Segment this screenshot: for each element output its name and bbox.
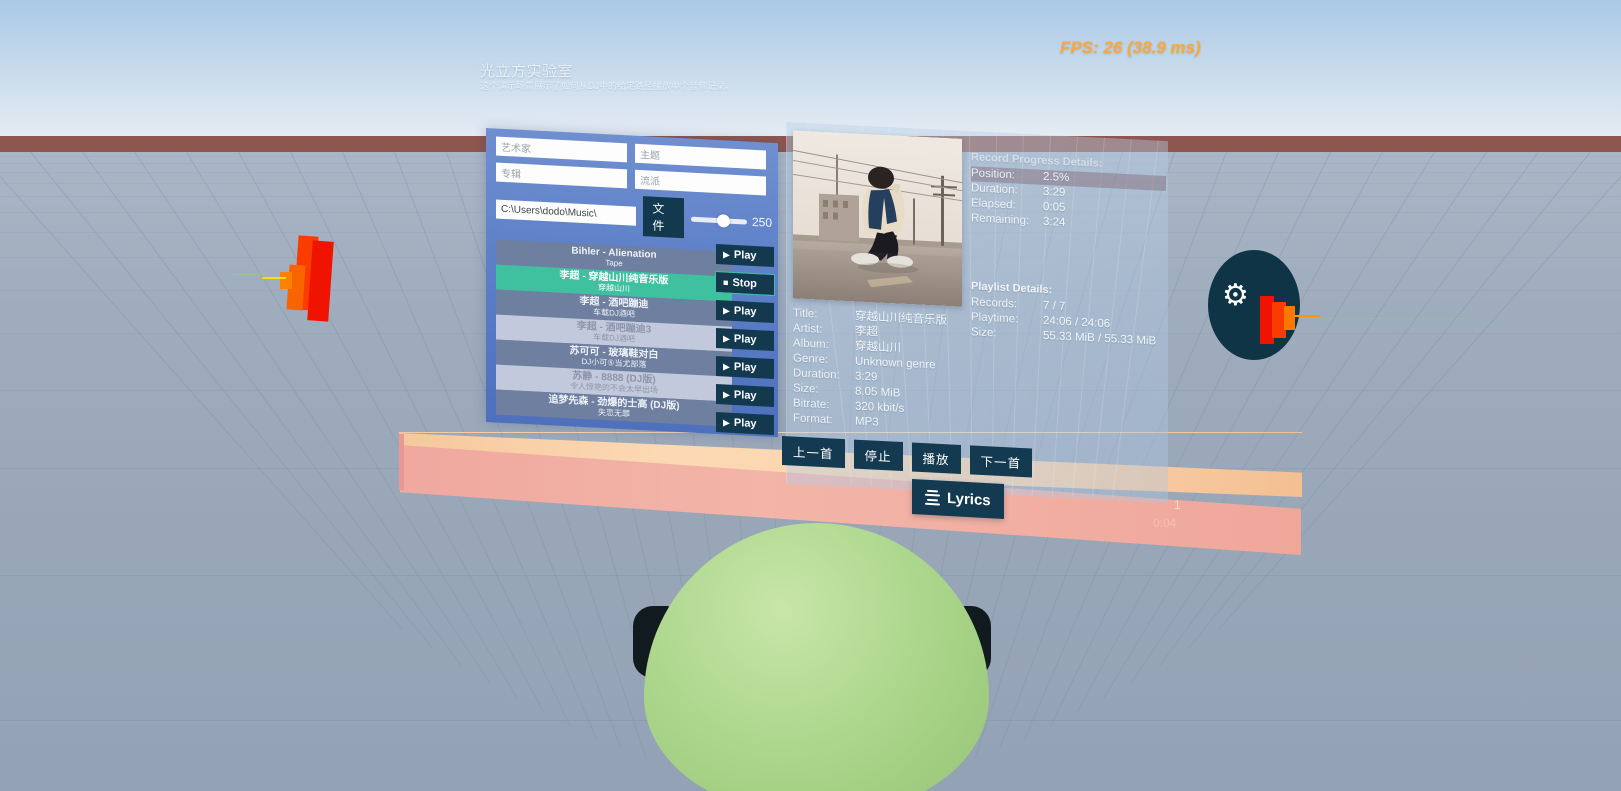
track-value: 李超: [855, 325, 878, 339]
artist-input[interactable]: 艺术家: [496, 136, 627, 163]
play-button[interactable]: 播放: [911, 442, 961, 474]
playlist-row-subtitle: DJ小可⑤当尤部落: [581, 356, 647, 369]
track-action-label: Play: [733, 304, 757, 319]
visualizer-ray: [262, 277, 286, 279]
file-button[interactable]: 文件: [643, 196, 684, 239]
visualizer-bar: [1284, 306, 1295, 330]
album-art: [793, 130, 962, 307]
track-value: MP3: [855, 415, 879, 429]
progress-rows: Position: 2.5% Duration: 3:29 Elapsed: 0:05 Re…: [971, 166, 1166, 236]
title-input[interactable]: 主题: [635, 143, 766, 170]
playlist-row-subtitle: 车载DJ酒吧: [593, 332, 635, 344]
playlist-value: 7 / 7: [1043, 299, 1066, 313]
floor-marker-index: 1: [1174, 498, 1181, 512]
scene-subtitle: 这个演示场景展示了如何从DJ中的给定路径播放单个音频记录。: [480, 81, 735, 91]
gear-icon[interactable]: ⚙: [1222, 281, 1249, 311]
sky-backdrop: [0, 0, 1621, 142]
visualizer-ray: [1294, 315, 1320, 317]
fps-counter: FPS: 26 (38.9 ms): [1060, 38, 1201, 57]
playlist-row-subtitle: 穿越山川: [598, 282, 630, 294]
genre-input[interactable]: 流派: [635, 169, 766, 196]
track-action-label: Play: [733, 332, 757, 347]
progress-value: 3:29: [1043, 185, 1066, 199]
lyrics-button-label: Lyrics: [947, 489, 991, 510]
track-action-label: Play: [733, 388, 757, 403]
track-play-button[interactable]: ▶ Play: [716, 356, 774, 380]
album-art-image: [793, 130, 962, 307]
stop-button[interactable]: 停止: [853, 439, 903, 472]
track-play-button[interactable]: ▶ Play: [716, 300, 774, 324]
play-icon: ▶: [723, 332, 730, 344]
track-action-label: Play: [733, 360, 757, 375]
track-play-button[interactable]: ▶ Play: [716, 384, 774, 408]
track-action-label: Play: [733, 416, 757, 431]
track-stop-button[interactable]: ■ Stop: [715, 270, 775, 297]
track-key: Format:: [793, 412, 833, 427]
stop-icon: ■: [723, 277, 729, 288]
path-row: C:\Users\dodo\Music\ 文件 250: [496, 189, 772, 243]
path-input[interactable]: C:\Users\dodo\Music\: [496, 199, 637, 226]
progress-value: 3:24: [1043, 215, 1066, 229]
track-rows: Title: 穿越山川纯音乐版 Artist: 李超 Album: 穿越山川 Genre: U…: [793, 306, 1043, 439]
track-play-button[interactable]: ▶ Play: [716, 412, 774, 436]
lyrics-lines-icon: [925, 487, 940, 508]
visualizer-ray: [1318, 318, 1468, 319]
progress-value: 2.5%: [1043, 170, 1070, 185]
track-action-buttons[interactable]: ▶ Play ■ Stop ▶ Play ▶ Play ▶ Play ▶ Play ▶ Play: [715, 244, 786, 444]
slider-track[interactable]: [690, 213, 747, 228]
playlist-row-subtitle: 失恋无罪: [598, 407, 630, 419]
play-icon: ▶: [723, 388, 730, 400]
volume-slider[interactable]: 250: [690, 212, 772, 230]
track-play-button[interactable]: ▶ Play: [716, 244, 774, 268]
play-icon: ▶: [723, 360, 730, 372]
floor-marker-time: 0:04: [1153, 516, 1177, 530]
slider-knob[interactable]: [716, 213, 730, 228]
track-value: 3:29: [855, 370, 878, 384]
previous-button[interactable]: 上一首: [782, 436, 845, 469]
track-action-label: Stop: [732, 276, 757, 291]
playlist[interactable]: Bihler - Alienation Tape 李超 - 穿越山川纯音乐版 穿越山川…: [496, 239, 732, 427]
slider-value: 250: [751, 214, 772, 230]
play-icon: ▶: [723, 248, 730, 260]
track-action-label: Play: [733, 248, 757, 263]
play-icon: ▶: [723, 304, 730, 316]
visualizer-ray: [232, 274, 266, 275]
play-icon: ▶: [723, 416, 730, 428]
album-input[interactable]: 专辑: [496, 162, 627, 189]
playlist-row-subtitle: 车载DJ酒吧: [593, 307, 635, 319]
scene-title: 光立方实验室: [480, 63, 574, 80]
progress-key: Remaining:: [971, 212, 1030, 228]
progress-value: 0:05: [1043, 200, 1066, 214]
track-details: Title: 穿越山川纯音乐版 Artist: 李超 Album: 穿越山川 Genre: U…: [793, 306, 1043, 439]
lyrics-button[interactable]: Lyrics: [912, 479, 1004, 519]
playlist-row-subtitle: Tape: [605, 257, 623, 268]
visualizer-ray: [1318, 321, 1508, 322]
track-play-button[interactable]: ▶ Play: [716, 328, 774, 352]
visualizer-bar: [280, 272, 292, 289]
vr-scene: ⚙ 1 0:04 光立方实验室 这个演示场景展示了如何从DJ中的给定路径播放单个…: [0, 0, 1621, 791]
next-button[interactable]: 下一首: [969, 445, 1033, 478]
